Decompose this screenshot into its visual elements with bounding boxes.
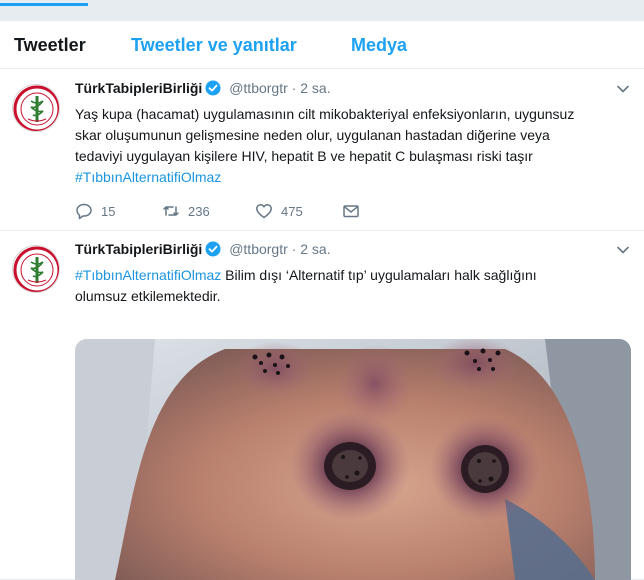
tweet[interactable]: TürkTabipleriBirliği @ttborgtr · 2 sa. Y…: [0, 70, 644, 231]
like-count: 475: [281, 204, 303, 219]
timestamp[interactable]: 2 sa.: [300, 80, 330, 96]
author-name[interactable]: TürkTabipleriBirliği: [75, 241, 202, 257]
tweet-text-line: skar oluşumunun gelişmesine neden olur, …: [75, 127, 550, 143]
profile-tabs: Tweetler Tweetler ve yanıtlar Medya: [0, 21, 644, 69]
direct-message-button[interactable]: [342, 202, 360, 220]
chevron-down-icon[interactable]: [616, 82, 630, 96]
hashtag-link[interactable]: #TıbbınAlternatifiOlmaz: [75, 267, 221, 283]
retweet-icon: [163, 206, 179, 216]
hashtag-link[interactable]: #TıbbınAlternatifiOlmaz: [75, 169, 221, 185]
verified-badge-icon: [205, 80, 221, 96]
reply-icon: [76, 203, 92, 220]
top-strip: [0, 0, 644, 20]
retweet-count: 236: [188, 204, 210, 219]
timestamp[interactable]: 2 sa.: [300, 241, 330, 257]
author-name[interactable]: TürkTabipleriBirliği: [75, 80, 202, 96]
separator-dot: ·: [291, 241, 297, 257]
tweet-text-line: Yaş kupa (hacamat) uygulamasının cilt mi…: [75, 106, 575, 122]
tweet-text-line: Bilim dışı ‘Alternatif tıp’ uygulamaları…: [221, 267, 537, 283]
avatar[interactable]: [12, 245, 60, 293]
tweet-text: Yaş kupa (hacamat) uygulamasının cilt mi…: [75, 104, 631, 188]
tweet[interactable]: TürkTabipleriBirliği @ttborgtr · 2 sa. #…: [0, 231, 644, 580]
tweet-header: TürkTabipleriBirliği @ttborgtr · 2 sa.: [75, 241, 331, 261]
like-button[interactable]: 475: [255, 202, 303, 220]
tab-media[interactable]: Medya: [351, 35, 407, 56]
ttb-logo-icon: [13, 246, 59, 292]
tweet-text: #TıbbınAlternatifiOlmaz Bilim dışı ‘Alte…: [75, 265, 631, 307]
tweet-media-photo[interactable]: [75, 339, 631, 580]
author-handle[interactable]: @ttborgtr: [229, 80, 288, 96]
reply-button[interactable]: 15: [75, 202, 115, 220]
timeline-panel: Tweetler Tweetler ve yanıtlar Medya Türk…: [0, 20, 644, 580]
ttb-logo-icon: [13, 85, 59, 131]
heart-icon: [256, 204, 272, 219]
author-handle[interactable]: @ttborgtr: [229, 241, 288, 257]
verified-badge-icon: [205, 241, 221, 257]
reply-count: 15: [101, 204, 116, 219]
tweet-text-line: olumsuz etkilemektedir.: [75, 288, 221, 304]
tweet-header: TürkTabipleriBirliği @ttborgtr · 2 sa.: [75, 80, 331, 100]
envelope-icon: [343, 205, 359, 218]
separator-dot: ·: [291, 80, 297, 96]
nav-active-indicator: [0, 3, 88, 6]
chevron-down-icon[interactable]: [616, 243, 630, 257]
media-photo-image: [75, 339, 631, 580]
tweet-text-line: tedaviyi uygulayan kişilere HIV, hepatit…: [75, 148, 533, 164]
avatar[interactable]: [12, 84, 60, 132]
retweet-button[interactable]: 236: [162, 202, 210, 220]
tab-tweets[interactable]: Tweetler: [14, 35, 86, 56]
tab-tweets-and-replies[interactable]: Tweetler ve yanıtlar: [131, 35, 297, 56]
